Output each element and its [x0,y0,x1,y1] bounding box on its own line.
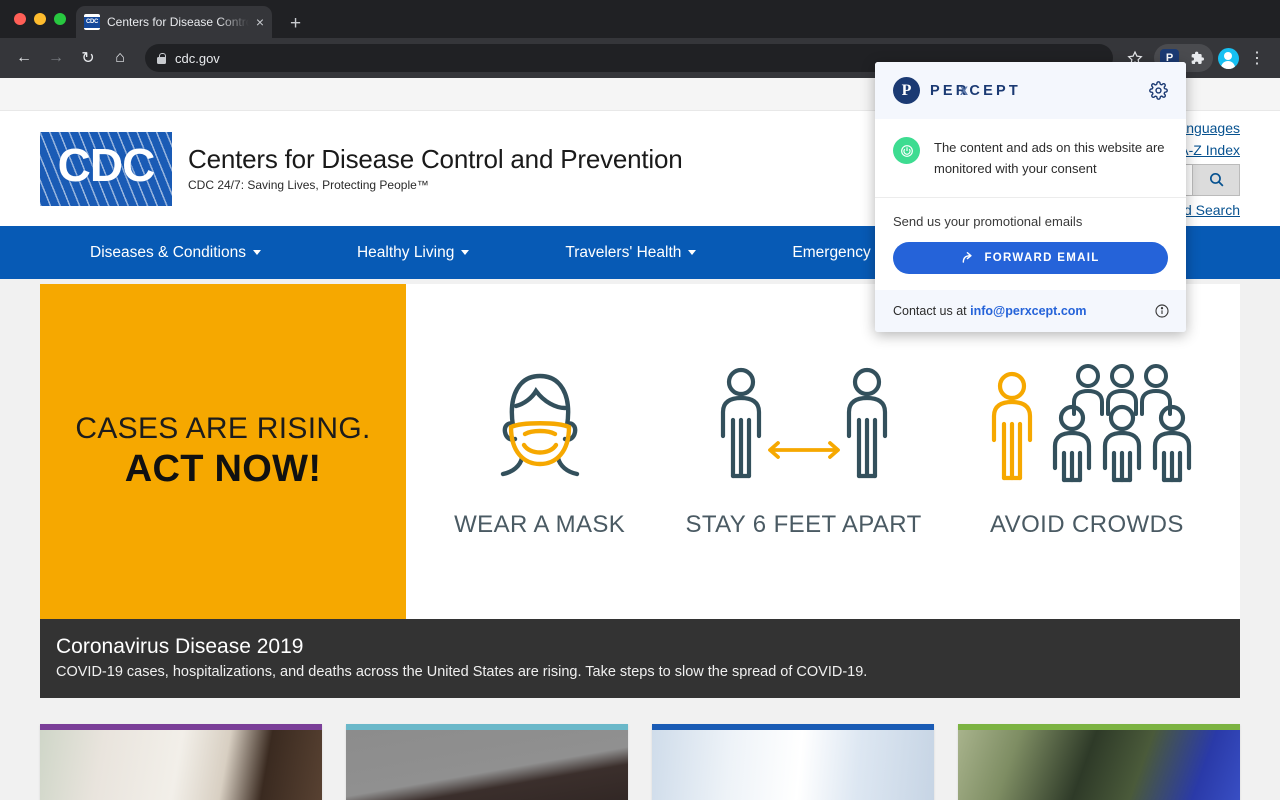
contact-prefix: Contact us at [893,304,967,319]
nav-item-healthy-living[interactable]: Healthy Living [307,244,515,262]
power-status-icon [893,137,920,164]
new-tab-button[interactable]: + [290,14,301,33]
url-text: cdc.gov [175,50,220,66]
browser-window: CDC Centers for Disease Control an × + ←… [0,0,1280,800]
feature-cards [0,698,1280,800]
tab-strip: CDC Centers for Disease Control an × + [0,0,1280,38]
contact-line: Contact us at info@perxcept.com [893,304,1087,318]
percept-logo-icon: P [893,77,920,104]
contact-email-link[interactable]: info@perxcept.com [970,304,1086,318]
puzzle-extensions-icon[interactable] [1183,44,1211,72]
forward-email-label: FORWARD EMAIL [984,252,1100,265]
feature-card[interactable] [346,724,628,800]
close-tab-icon[interactable]: × [256,15,264,29]
popup-footer: Contact us at info@perxcept.com [875,290,1186,333]
avoid-crowds-icon [991,364,1191,483]
profile-avatar[interactable] [1214,44,1242,72]
favicon-label: CDC [84,16,100,28]
feature-card[interactable] [40,724,322,800]
promo-label: Send us your promotional emails [893,214,1083,230]
reload-icon[interactable]: ↻ [73,43,103,73]
pillar-avoid-crowds: AVOID CROWDS [982,364,1192,539]
chevron-down-icon [688,250,697,255]
nav-item-travelers-health[interactable]: Travelers' Health [515,244,742,262]
chevron-down-icon [461,250,470,255]
window-controls [10,0,76,38]
tab-title: Centers for Disease Control an [107,15,249,29]
nav-item-diseases[interactable]: Diseases & Conditions [40,244,307,262]
brand-x-overlay: X [960,83,969,98]
browser-tab[interactable]: CDC Centers for Disease Control an × [76,6,272,38]
page-title: Centers for Disease Control and Preventi… [188,143,683,174]
minimize-window-button[interactable] [34,13,46,25]
promo-section: Send us your promotional emails FORWARD … [875,198,1186,290]
card-image [40,730,322,800]
feature-card[interactable] [652,724,934,800]
cdc-tagline: CDC 24/7: Saving Lives, Protecting Peopl… [188,178,429,193]
az-index-link[interactable]: A-Z Index [1179,142,1240,158]
consent-status: The content and ads on this website are … [893,137,1168,197]
pillar-wear-a-mask: WEAR A MASK [454,364,625,539]
lock-icon [157,52,166,64]
feature-card[interactable] [958,724,1240,800]
search-button[interactable] [1192,163,1240,196]
nav-label: Diseases & Conditions [90,243,246,261]
close-window-button[interactable] [14,13,26,25]
maximize-window-button[interactable] [54,13,66,25]
gear-icon[interactable] [1149,81,1168,100]
pillar-label: STAY 6 FEET APART [685,511,922,538]
social-distance-icon [720,367,887,479]
browser-menu-icon[interactable]: ⋮ [1243,44,1271,72]
hero-caption[interactable]: Coronavirus Disease 2019 COVID-19 cases,… [40,619,1240,698]
card-image [346,730,628,800]
nav-label: Healthy Living [356,243,455,261]
popup-brand-name: PERCEPT X [930,83,1021,99]
card-image [958,730,1240,800]
masthead-text-block: Centers for Disease Control and Preventi… [188,143,683,193]
back-icon[interactable]: ← [9,43,39,73]
hero-pillars: WEAR A MASK STAY 6 FEET APART AVOID CROW… [406,284,1240,619]
hero-section: CASES ARE RISING. ACT NOW! WEAR A MASK S… [0,279,1280,698]
hero-headline-line2: ACT NOW! [124,448,322,490]
forward-arrow-icon [963,252,973,263]
chevron-down-icon [252,250,261,255]
home-icon[interactable]: ⌂ [105,43,135,73]
popup-header: P PERCEPT X [875,62,1186,119]
consent-message: The content and ads on this website are … [934,140,1165,177]
hero-caption-text: COVID-19 cases, hospitalizations, and de… [56,664,868,680]
hero-caption-title: Coronavirus Disease 2019 [56,635,304,658]
hero-banner[interactable]: CASES ARE RISING. ACT NOW! WEAR A MASK S… [40,284,1240,619]
face-mask-icon [500,373,579,477]
popup-brand: P PERCEPT X [893,77,1021,104]
nav-label: Travelers' Health [565,243,682,261]
forward-email-button[interactable]: FORWARD EMAIL [893,242,1168,275]
hero-headline-line1: CASES ARE RISING. [75,412,371,445]
brand-name-text: PERCEPT [930,82,1021,99]
forward-icon[interactable]: → [41,43,71,73]
pillar-label: AVOID CROWDS [990,511,1184,538]
card-image [652,730,934,800]
popup-body: The content and ads on this website are … [875,119,1186,197]
cdc-logo-text: CDC [57,138,156,191]
percept-extension-popup: P PERCEPT X The content and ads on this … [875,62,1186,333]
pillar-stay-6-feet-apart: STAY 6 FEET APART [685,364,921,539]
hero-headline-panel: CASES ARE RISING. ACT NOW! [40,284,406,619]
cdc-logo[interactable]: CDC [40,131,172,206]
info-icon[interactable] [1154,303,1170,319]
pillar-label: WEAR A MASK [454,511,626,538]
cdc-favicon: CDC [84,14,100,30]
